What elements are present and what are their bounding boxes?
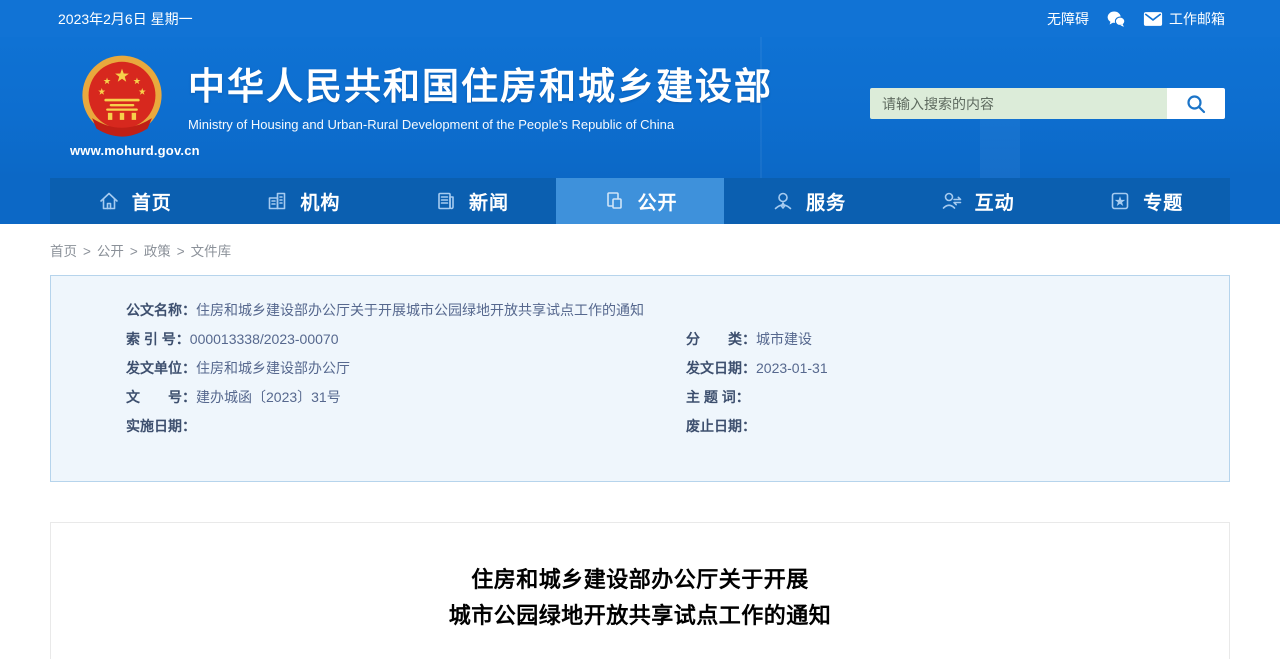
field-value: 2023-01-31	[756, 360, 828, 376]
nav-tab-service[interactable]: 服务	[724, 178, 893, 224]
nav-tab-home[interactable]: 首页	[50, 178, 219, 224]
field-label: 发文日期：	[686, 360, 756, 376]
field-value: 建办城函〔2023〕31号	[196, 389, 341, 405]
person-arrows-icon	[940, 189, 964, 213]
nav-tab-news[interactable]: 新闻	[387, 178, 556, 224]
logo-block[interactable]: www.mohurd.gov.cn	[70, 51, 200, 158]
site-title-english: Ministry of Housing and Urban-Rural Deve…	[188, 117, 675, 132]
national-emblem-logo	[82, 55, 162, 137]
home-icon	[97, 189, 121, 213]
site-header: www.mohurd.gov.cn 中华人民共和国住房和城乡建设部 Minist…	[0, 37, 1280, 178]
document-content-panel: 住房和城乡建设部办公厅关于开展 城市公园绿地开放共享试点工作的通知	[50, 522, 1230, 659]
nav-strip: 首页 机构 新闻 公开 服务 互动 专题	[0, 178, 1280, 224]
site-title-chinese: 中华人民共和国住房和城乡建设部	[188, 66, 773, 107]
search-icon	[1187, 94, 1206, 113]
field-value: 住房和城乡建设部办公厅关于开展城市公园绿地开放共享试点工作的通知	[196, 302, 644, 318]
nav-tab-interaction[interactable]: 互动	[893, 178, 1062, 224]
field-index-number: 索 引 号： 000013338/2023-00070	[126, 330, 686, 349]
nav-tab-label: 服务	[806, 192, 847, 214]
field-issue-date: 发文日期： 2023-01-31	[686, 359, 828, 378]
field-label: 公文名称：	[126, 302, 196, 318]
search-button[interactable]	[1167, 88, 1225, 119]
accessibility-link[interactable]: 无障碍	[1047, 9, 1089, 29]
nav-tab-disclosure[interactable]: 公开	[555, 178, 725, 224]
nav-tab-label: 新闻	[468, 192, 509, 214]
breadcrumb-disclosure[interactable]: 公开	[97, 244, 124, 259]
breadcrumb-separator: >	[176, 244, 185, 259]
document-metadata-panel: 公文名称： 住房和城乡建设部办公厅关于开展城市公园绿地开放共享试点工作的通知 索 …	[50, 275, 1230, 482]
field-implementation-date: 实施日期：	[126, 417, 686, 436]
star-box-icon	[1108, 189, 1132, 213]
site-url: www.mohurd.gov.cn	[70, 143, 200, 158]
search-input[interactable]	[870, 88, 1167, 119]
breadcrumb-home[interactable]: 首页	[50, 244, 77, 259]
main-nav: 首页 机构 新闻 公开 服务 互动 专题	[50, 178, 1230, 224]
mail-icon[interactable]: 工作邮箱	[1143, 9, 1225, 29]
field-value: 住房和城乡建设部办公厅	[196, 360, 350, 376]
nav-tab-org[interactable]: 机构	[219, 178, 388, 224]
breadcrumb-separator: >	[129, 244, 138, 259]
field-value: 城市建设	[756, 331, 812, 347]
field-doc-name: 公文名称： 住房和城乡建设部办公厅关于开展城市公园绿地开放共享试点工作的通知	[126, 301, 1229, 320]
field-label: 实施日期：	[126, 418, 196, 434]
nav-tab-label: 机构	[300, 192, 341, 214]
field-doc-number: 文 号： 建办城函〔2023〕31号	[126, 388, 686, 407]
field-label: 废止日期：	[686, 418, 756, 434]
field-label: 主 题 词：	[686, 389, 750, 405]
field-value: 000013338/2023-00070	[189, 331, 339, 347]
document-title-line2: 城市公园绿地开放共享试点工作的通知	[448, 603, 832, 628]
nav-tab-label: 首页	[131, 192, 172, 214]
field-category: 分 类： 城市建设	[686, 330, 828, 349]
nav-tab-label: 公开	[637, 192, 678, 214]
field-label: 发文单位：	[126, 360, 196, 376]
nav-tab-topics[interactable]: 专题	[1061, 178, 1230, 224]
breadcrumb: 首页 > 公开 > 政策 > 文件库	[0, 224, 1280, 260]
current-date: 2023年2月6日 星期一	[58, 10, 193, 27]
search-box	[870, 88, 1225, 119]
work-mailbox-link[interactable]: 工作邮箱	[1169, 9, 1225, 29]
breadcrumb-separator: >	[83, 244, 91, 259]
breadcrumb-policy[interactable]: 政策	[144, 244, 171, 259]
field-label: 索 引 号：	[126, 331, 190, 347]
field-issuing-unit: 发文单位： 住房和城乡建设部办公厅	[126, 359, 686, 378]
breadcrumb-library[interactable]: 文件库	[191, 244, 232, 259]
field-label: 文 号：	[126, 389, 196, 405]
documents-icon	[603, 189, 627, 213]
field-label: 分 类：	[686, 331, 756, 347]
field-repeal-date: 废止日期：	[686, 417, 828, 436]
nav-tab-label: 互动	[974, 192, 1015, 214]
field-subject-terms: 主 题 词：	[686, 388, 828, 407]
document-title-line1: 住房和城乡建设部办公厅关于开展	[471, 567, 809, 592]
news-icon	[434, 189, 458, 213]
nav-tab-label: 专题	[1143, 192, 1184, 214]
building-icon	[265, 189, 289, 213]
wechat-icon[interactable]	[1105, 9, 1127, 29]
person-service-icon	[771, 189, 795, 213]
top-utility-bar: 2023年2月6日 星期一 无障碍 工作邮箱	[0, 0, 1280, 37]
